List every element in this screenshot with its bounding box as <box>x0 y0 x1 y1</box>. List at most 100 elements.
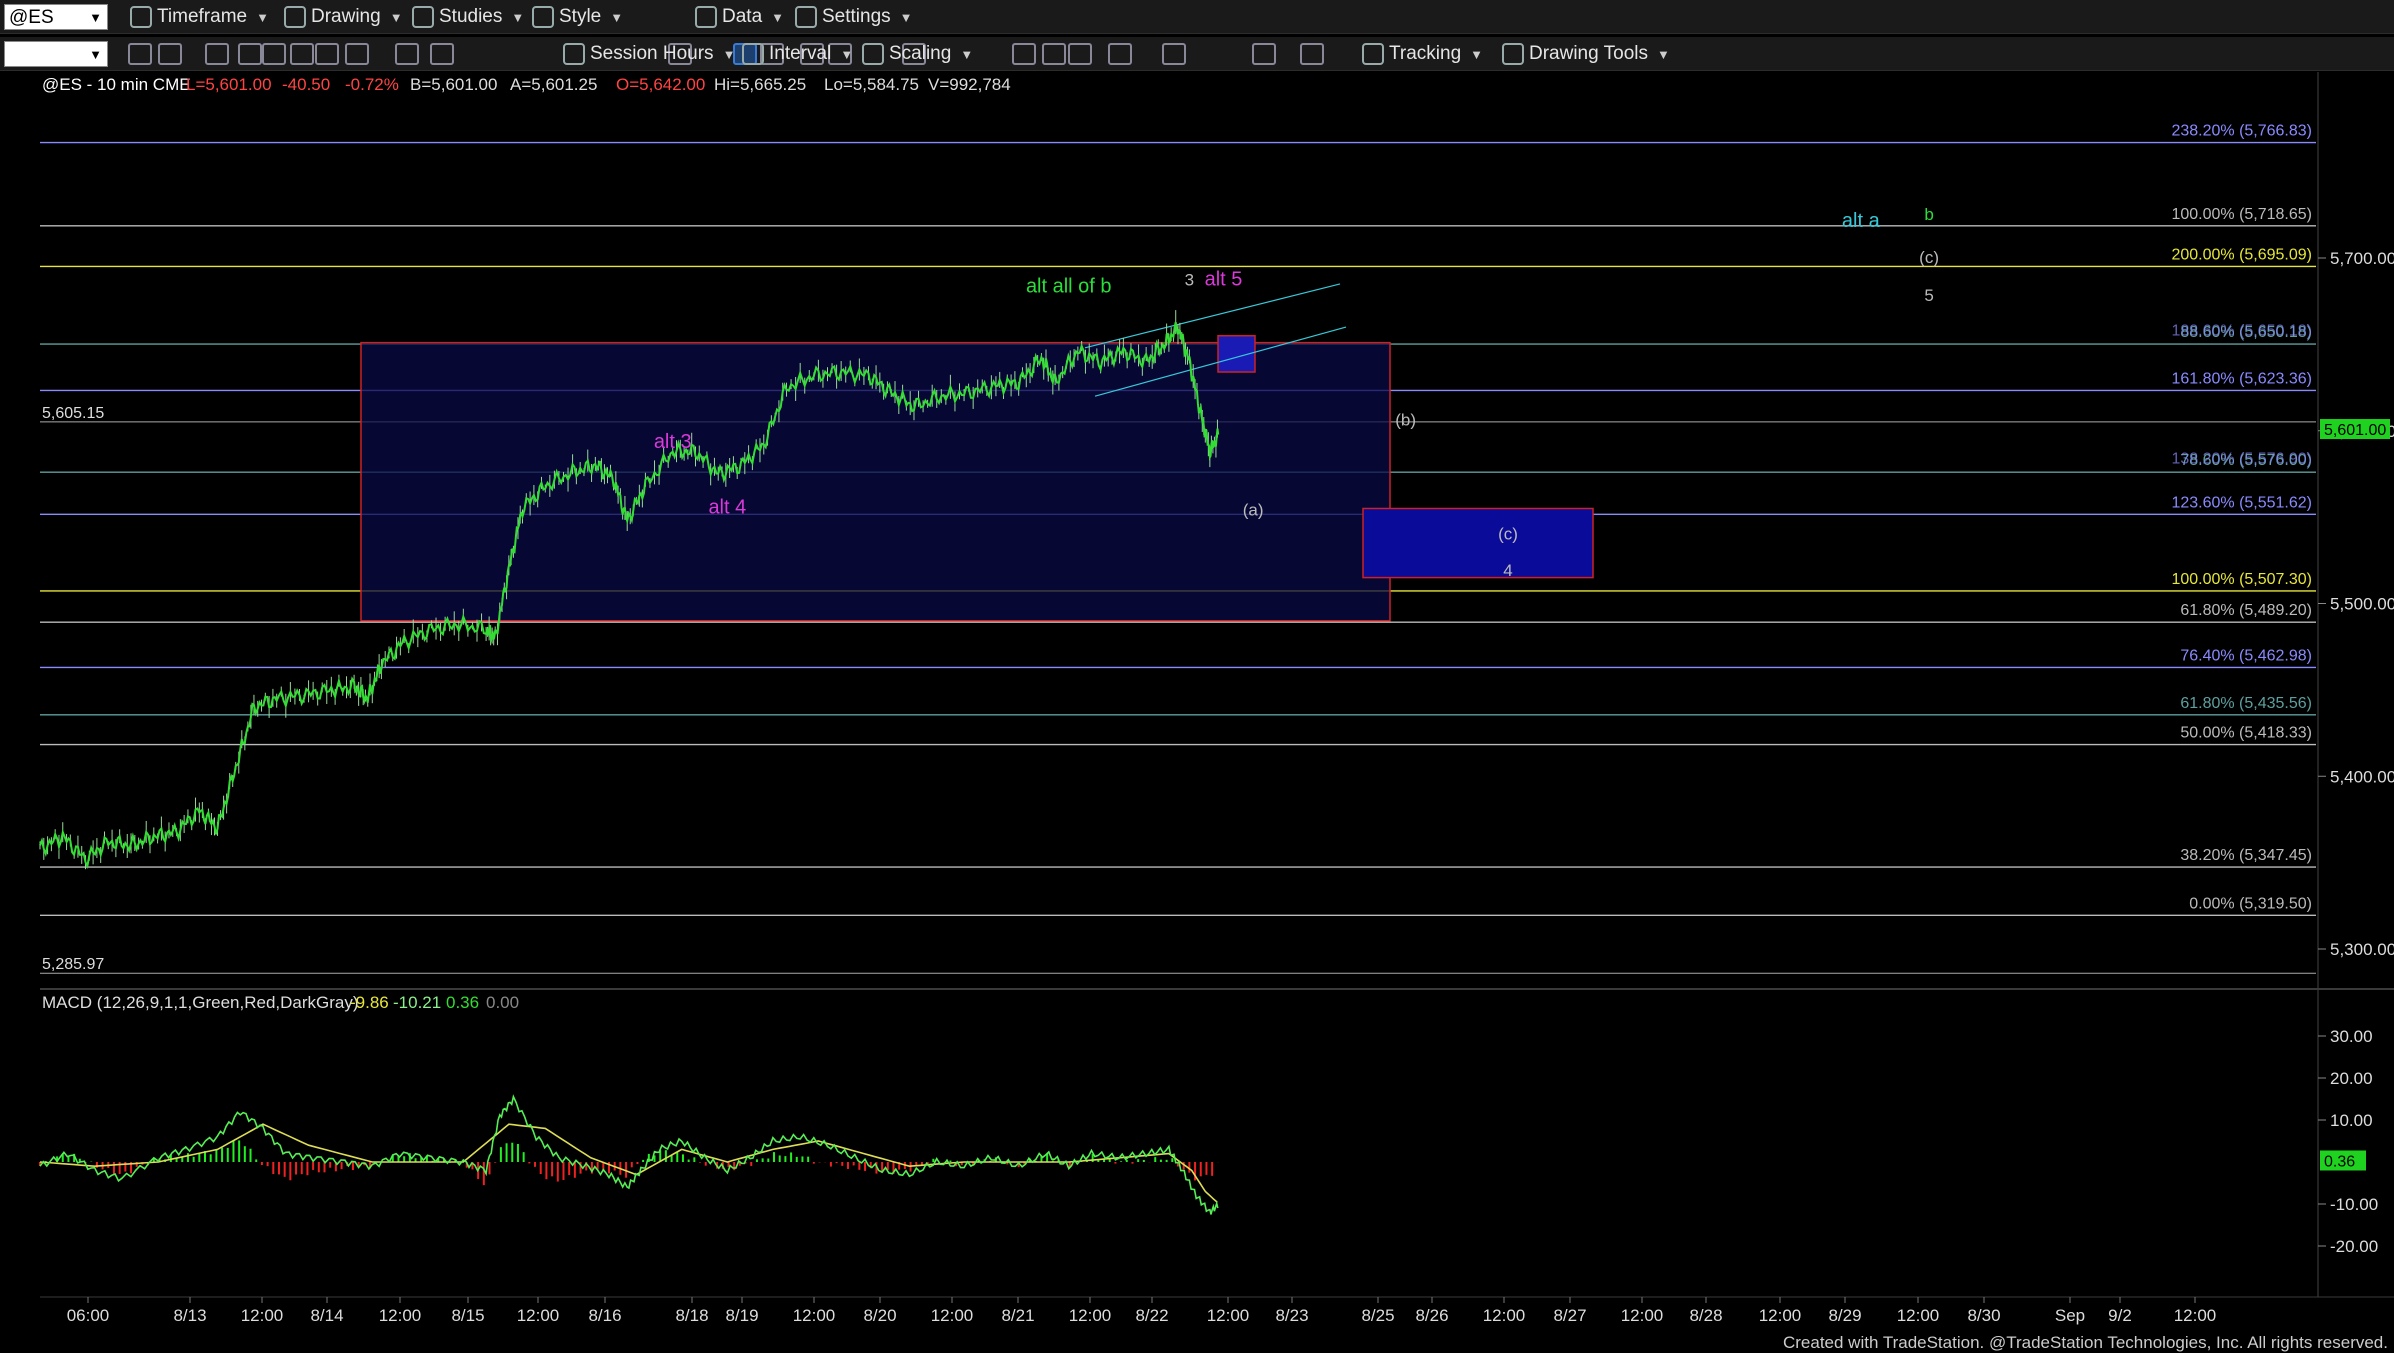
chevron-down-icon[interactable]: ▼ <box>960 42 973 68</box>
wave-label[interactable]: alt 3 <box>654 431 692 453</box>
fib-label: 76.40% (5,462.98) <box>2180 647 2312 664</box>
interval-menu[interactable]: Interval ▼ <box>742 41 853 67</box>
session-hours-icon <box>563 42 585 65</box>
chevron-down-icon[interactable]: ▼ <box>1470 42 1483 68</box>
time-tick-label: 12:00 <box>1069 1306 1112 1325</box>
studies-menu[interactable]: Studies ▼ <box>412 4 524 30</box>
zoom-out-icon[interactable] <box>1042 43 1066 65</box>
fib-label: 238.20% (5,766.83) <box>2171 123 2312 140</box>
wave-label[interactable]: 3 <box>1185 271 1194 290</box>
settings-menu[interactable]: Settings ▼ <box>795 4 913 30</box>
time-tick-label: 06:00 <box>67 1306 110 1325</box>
cloud-icon[interactable] <box>1300 43 1324 65</box>
time-tick-label: 12:00 <box>241 1306 284 1325</box>
symbol-text: @ES <box>9 7 54 28</box>
time-tick-label: 8/18 <box>675 1306 708 1325</box>
fib-label: 0.00% (5,319.50) <box>2189 895 2312 912</box>
zoom-icon[interactable] <box>238 43 262 65</box>
refresh-icon[interactable] <box>395 43 419 65</box>
time-tick-label: 8/27 <box>1553 1306 1586 1325</box>
target-box[interactable] <box>1362 507 1594 579</box>
chart-title: @ES - 10 min CME <box>42 75 191 94</box>
chevron-down-icon[interactable]: ▼ <box>723 42 736 68</box>
grid-icon[interactable] <box>1108 43 1132 65</box>
cursor-icon[interactable] <box>128 43 152 65</box>
zoom-in-icon[interactable] <box>1012 43 1036 65</box>
scaling-menu-label: Scaling <box>889 43 952 64</box>
style-menu[interactable]: Style ▼ <box>532 4 623 30</box>
tracking-menu[interactable]: Tracking ▼ <box>1362 41 1483 67</box>
session-hours-menu[interactable]: Session Hours ▼ <box>563 41 735 67</box>
print-icon[interactable] <box>315 43 339 65</box>
wave-label[interactable]: alt 5 <box>1205 269 1243 291</box>
data-menu[interactable]: Data ▼ <box>695 4 784 30</box>
wave-label[interactable]: alt 4 <box>708 497 746 519</box>
bid-price: B=5,601.00 <box>410 75 497 94</box>
low-price: Lo=5,584.75 <box>824 75 919 94</box>
chevron-down-icon[interactable]: ▼ <box>900 5 913 31</box>
hand-icon[interactable] <box>1162 43 1186 65</box>
chevron-down-icon[interactable]: ▼ <box>256 5 269 31</box>
time-tick-label: 8/30 <box>1967 1306 2000 1325</box>
studies-menu-label: Studies <box>439 6 503 27</box>
macd-current-label: 0.36 <box>2324 1153 2355 1170</box>
range-box[interactable] <box>360 341 1391 622</box>
macd-tick-label: 20.00 <box>2330 1069 2373 1088</box>
drawing-tools-menu[interactable]: Drawing Tools ▼ <box>1502 41 1670 67</box>
wave-label[interactable]: (a) <box>1243 500 1264 519</box>
chevron-down-icon[interactable]: ▼ <box>840 42 853 68</box>
fib-label: 123.60% (5,551.62) <box>2171 494 2312 511</box>
chevron-down-icon[interactable]: ▼ <box>390 5 403 31</box>
fib-label: 61.80% (5,435.56) <box>2180 695 2312 712</box>
fib-label: 38.20% (5,347.45) <box>2180 847 2312 864</box>
macd-value: 0.36 <box>446 993 479 1012</box>
chevron-down-icon[interactable]: ▼ <box>89 42 102 68</box>
wave-label[interactable]: b <box>1924 205 1933 224</box>
scaling-menu[interactable]: Scaling ▼ <box>862 41 973 67</box>
chart-icon[interactable] <box>205 43 229 65</box>
macd-tick-label: 10.00 <box>2330 1111 2373 1130</box>
fib-label: 100.00% (5,718.65) <box>2171 206 2312 223</box>
macd-value: -9.86 <box>350 993 389 1012</box>
wave-label[interactable]: alt a <box>1842 210 1881 232</box>
tracking-icon <box>1362 42 1384 65</box>
chevron-down-icon[interactable]: ▼ <box>610 5 623 31</box>
price-tick-label: 5,500.00 <box>2330 595 2394 614</box>
ask-price: A=5,601.25 <box>510 75 597 94</box>
lock-icon[interactable] <box>345 43 369 65</box>
wave-label[interactable]: alt all of b <box>1026 276 1112 298</box>
fib-label: 100.00% (5,507.30) <box>2171 571 2312 588</box>
time-tick-label: 12:00 <box>1207 1306 1250 1325</box>
chart-area[interactable]: 238.20% (5,766.83) 100.00% (5,718.65) 200.… <box>0 72 2394 1333</box>
chevron-down-icon[interactable]: ▼ <box>89 5 102 31</box>
time-tick-label: 8/13 <box>173 1306 206 1325</box>
macd-tick-label: -10.00 <box>2330 1195 2378 1214</box>
save-icon[interactable] <box>290 43 314 65</box>
wave-label[interactable]: 5 <box>1924 286 1933 305</box>
data-icon <box>695 5 717 28</box>
high-price: Hi=5,665.25 <box>714 75 806 94</box>
link-icon[interactable] <box>1252 43 1276 65</box>
wave-label[interactable]: (b) <box>1395 411 1416 430</box>
globe-icon[interactable] <box>430 43 454 65</box>
time-tick-label: 8/16 <box>588 1306 621 1325</box>
chevron-down-icon[interactable]: ▼ <box>771 5 784 31</box>
time-tick-label: 8/19 <box>725 1306 758 1325</box>
chevron-down-icon[interactable]: ▼ <box>511 5 524 31</box>
price-tick-label: 5,700.00 <box>2330 249 2394 268</box>
timeframe-menu[interactable]: Timeframe ▼ <box>130 4 269 30</box>
wave-label[interactable]: (c) <box>1919 248 1939 267</box>
fib-label: 161.80% (5,623.36) <box>2171 370 2312 387</box>
workspace-combo[interactable]: ▼ <box>4 41 108 67</box>
crosshair-icon[interactable] <box>158 43 182 65</box>
time-tick-label: 12:00 <box>1897 1306 1940 1325</box>
refresh-icon[interactable] <box>262 43 286 65</box>
timeframe-menu-label: Timeframe <box>157 6 248 27</box>
drawing-menu[interactable]: Drawing ▼ <box>284 4 403 30</box>
wave-label[interactable]: 4 <box>1503 561 1512 580</box>
symbol-input[interactable]: @ES ▼ <box>4 4 108 30</box>
scaling-icon <box>862 42 884 65</box>
dots-icon[interactable] <box>1068 43 1092 65</box>
wave-label[interactable]: (c) <box>1498 525 1518 544</box>
chevron-down-icon[interactable]: ▼ <box>1657 42 1670 68</box>
